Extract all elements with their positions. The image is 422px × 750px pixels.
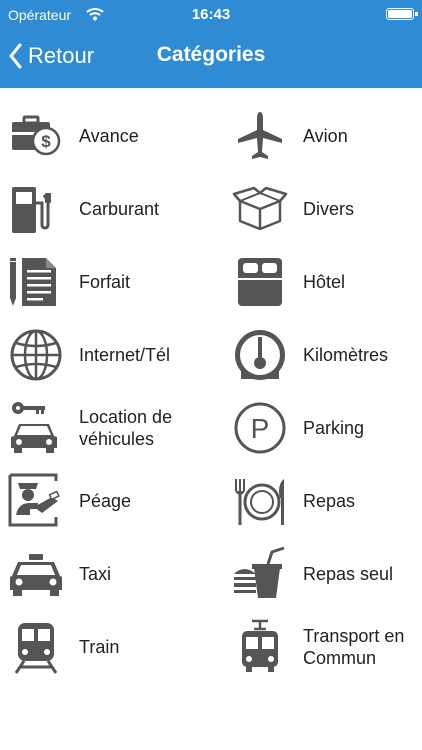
category-label: Forfait (79, 272, 131, 292)
category-label: Repas (303, 491, 356, 511)
fuel-pump-icon (8, 181, 64, 237)
category-label: Kilomètres (303, 345, 389, 365)
category-parking[interactable]: P Parking (224, 392, 422, 464)
tram-icon (232, 619, 288, 675)
briefcase-dollar-icon: $ (8, 108, 64, 164)
plate-cutlery-icon (232, 473, 288, 529)
toll-booth-icon (8, 473, 64, 529)
category-transport-en-commun[interactable]: Transport en Commun (224, 611, 422, 683)
category-label: Location de véhicules (79, 407, 173, 449)
category-peage[interactable]: Péage (0, 465, 210, 537)
category-carburant[interactable]: Carburant (0, 173, 210, 245)
parking-icon: P (232, 400, 288, 456)
category-label: Transport en Commun (303, 626, 405, 668)
category-hotel[interactable]: Hôtel (224, 246, 422, 318)
taxi-icon (8, 546, 64, 602)
page-title: Catégories (156, 43, 266, 66)
speedometer-icon (232, 327, 288, 383)
category-label: Divers (303, 199, 355, 219)
category-divers[interactable]: Divers (224, 173, 422, 245)
category-taxi[interactable]: Taxi (0, 538, 210, 610)
globe-icon (8, 327, 64, 383)
status-bar: Opérateur 16:43 (0, 0, 422, 28)
fastfood-icon (232, 546, 288, 602)
category-label: Hôtel (303, 272, 346, 292)
category-label: Avion (303, 126, 348, 146)
svg-text:P: P (251, 413, 270, 444)
category-label: Taxi (79, 564, 112, 584)
category-label: Repas seul (303, 564, 394, 584)
document-pen-icon (8, 254, 64, 310)
svg-text:$: $ (41, 132, 51, 151)
category-label: Péage (79, 491, 132, 511)
battery-icon (386, 8, 418, 20)
category-train[interactable]: Train (0, 611, 210, 683)
category-avance[interactable]: $ Avance (0, 100, 210, 172)
category-label: Carburant (79, 199, 160, 219)
category-forfait[interactable]: Forfait (0, 246, 210, 318)
category-repas[interactable]: Repas (224, 465, 422, 537)
category-internet-tel[interactable]: Internet/Tél (0, 319, 210, 391)
key-car-icon (8, 400, 64, 456)
train-icon (8, 619, 64, 675)
category-location-vehicules[interactable]: Location de véhicules (0, 392, 210, 464)
category-label: Avance (79, 126, 139, 146)
bed-icon (232, 254, 288, 310)
category-repas-seul[interactable]: Repas seul (224, 538, 422, 610)
category-avion[interactable]: Avion (224, 100, 422, 172)
category-label: Parking (303, 418, 365, 438)
category-label: Internet/Tél (79, 345, 171, 365)
airplane-icon (232, 108, 288, 164)
open-box-icon (232, 181, 288, 237)
category-kilometres[interactable]: Kilomètres (224, 319, 422, 391)
status-time: 16:43 (191, 6, 231, 23)
category-label: Train (79, 637, 120, 657)
navigation-bar: Opérateur 16:43 Retour Catégories (0, 0, 422, 88)
